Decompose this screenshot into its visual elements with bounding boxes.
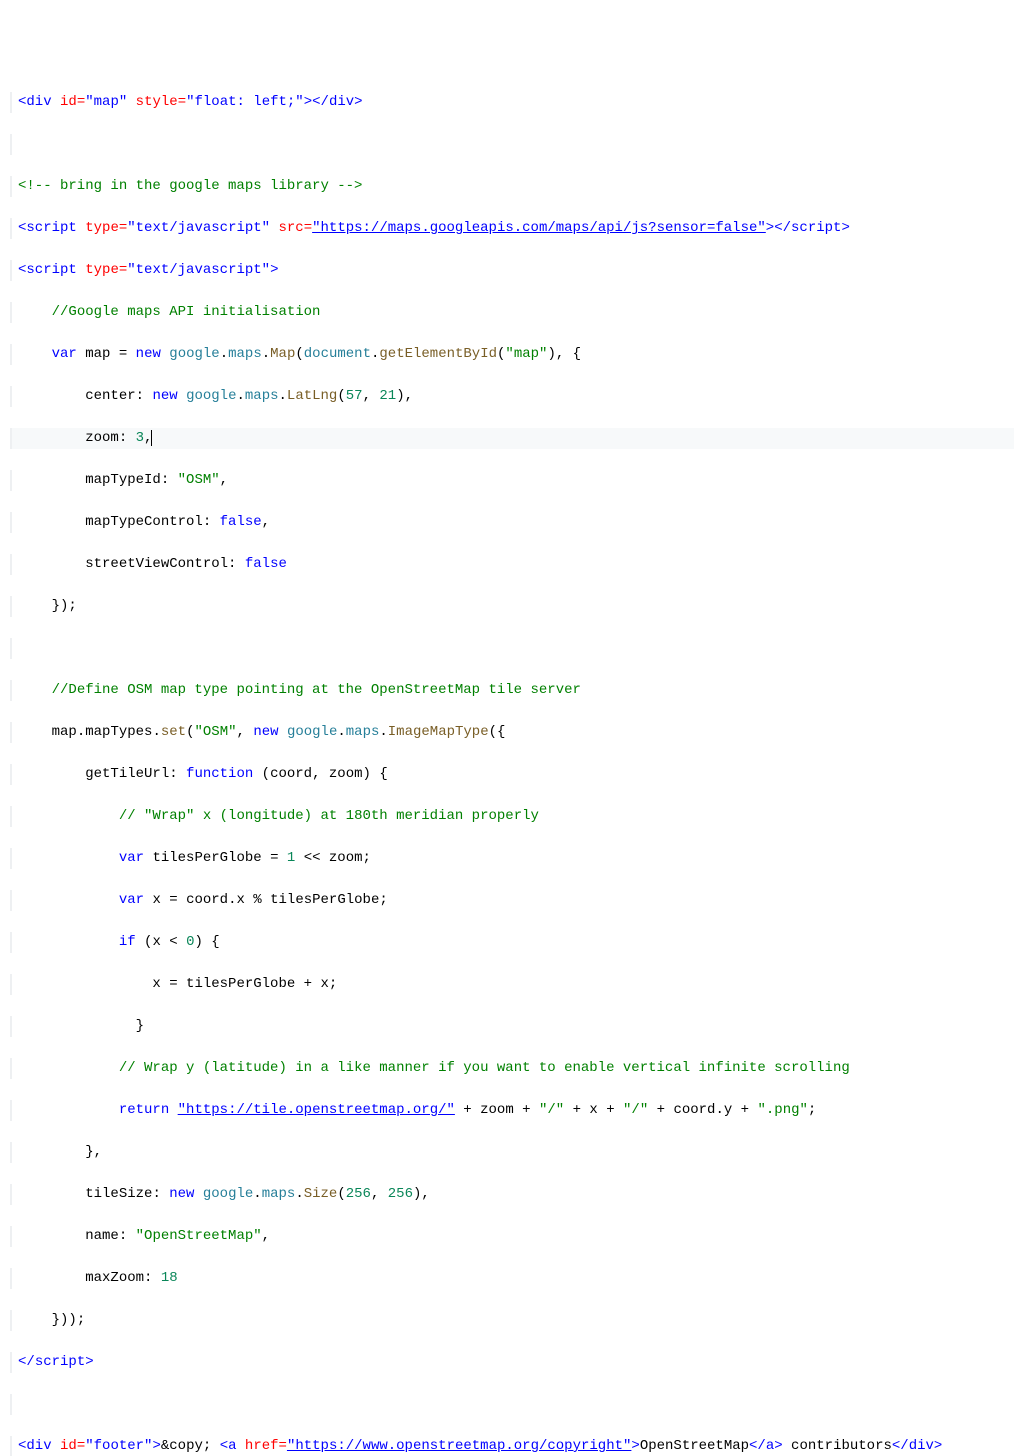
code-line (10, 638, 1014, 659)
code-line-cursor[interactable]: zoom: 3, (10, 428, 1014, 449)
code-line-comment: <!-- bring in the google maps library --… (10, 176, 1014, 197)
code-line: var tilesPerGlobe = 1 << zoom; (10, 848, 1014, 869)
code-line (10, 1394, 1014, 1415)
code-line: <div id="footer">&copy; <a href="https:/… (10, 1436, 1014, 1456)
code-line: mapTypeId: "OSM", (10, 470, 1014, 491)
code-line-comment: // "Wrap" x (longitude) at 180th meridia… (10, 806, 1014, 827)
code-line: </script> (10, 1352, 1014, 1373)
code-line: var map = new google.maps.Map(document.g… (10, 344, 1014, 365)
code-line-comment: //Google maps API initialisation (10, 302, 1014, 323)
code-line: } (10, 1016, 1014, 1037)
code-line: getTileUrl: function (coord, zoom) { (10, 764, 1014, 785)
code-line: <script type="text/javascript"> (10, 260, 1014, 281)
code-line: })); (10, 1310, 1014, 1331)
code-line: mapTypeControl: false, (10, 512, 1014, 533)
code-line: name: "OpenStreetMap", (10, 1226, 1014, 1247)
text-cursor (151, 430, 152, 446)
code-line: }, (10, 1142, 1014, 1163)
code-line-comment: // Wrap y (latitude) in a like manner if… (10, 1058, 1014, 1079)
code-line: map.mapTypes.set("OSM", new google.maps.… (10, 722, 1014, 743)
code-line: if (x < 0) { (10, 932, 1014, 953)
code-line: <script type="text/javascript" src="http… (10, 218, 1014, 239)
code-line: <div id="map" style="float: left;"></div… (10, 92, 1014, 113)
code-line: center: new google.maps.LatLng(57, 21), (10, 386, 1014, 407)
code-line: var x = coord.x % tilesPerGlobe; (10, 890, 1014, 911)
code-line: tileSize: new google.maps.Size(256, 256)… (10, 1184, 1014, 1205)
code-line: return "https://tile.openstreetmap.org/"… (10, 1100, 1014, 1121)
code-line: x = tilesPerGlobe + x; (10, 974, 1014, 995)
code-line: }); (10, 596, 1014, 617)
code-line-comment: //Define OSM map type pointing at the Op… (10, 680, 1014, 701)
code-line: streetViewControl: false (10, 554, 1014, 575)
code-line: maxZoom: 18 (10, 1268, 1014, 1289)
code-line (10, 134, 1014, 155)
